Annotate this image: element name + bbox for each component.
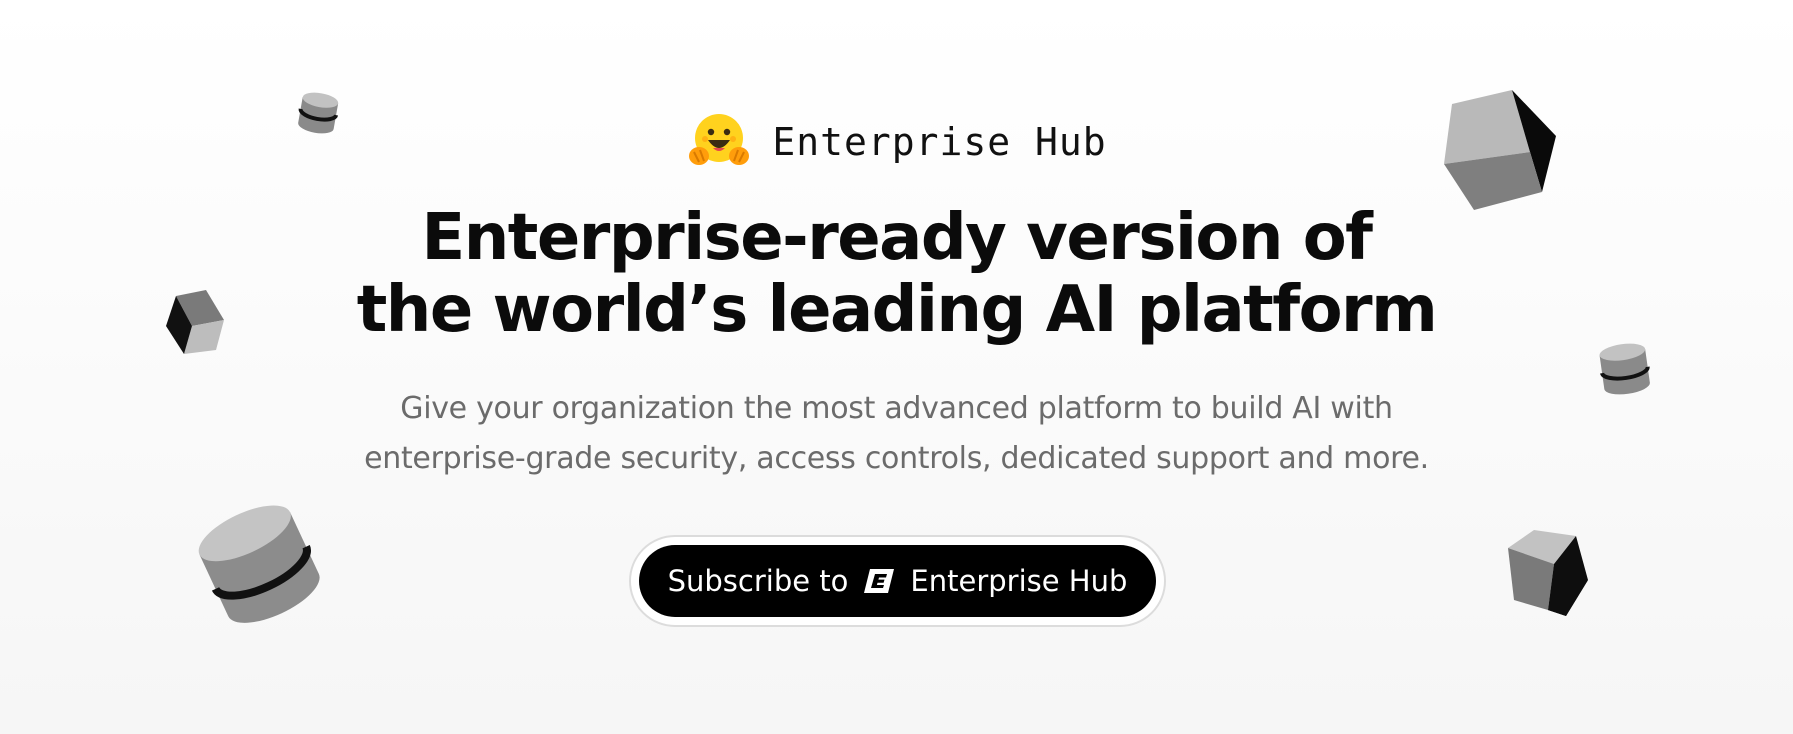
enterprise-hub-hero: Enterprise Hub Enterprise-ready version … — [0, 0, 1793, 734]
headline-line-1: Enterprise-ready version of — [421, 201, 1373, 275]
enterprise-e-icon — [864, 569, 895, 593]
subtitle-line-2: enterprise-grade security, access contro… — [364, 441, 1429, 476]
hugging-face-emoji-icon — [689, 114, 750, 165]
subtitle-line-1: Give your organization the most advanced… — [400, 391, 1393, 426]
subscribe-button[interactable]: Subscribe to Enterprise Hub — [639, 545, 1156, 617]
cylinder-icon — [198, 505, 320, 623]
subscribe-label-suffix: Enterprise Hub — [910, 564, 1128, 598]
brand-header: Enterprise Hub — [0, 112, 1793, 172]
subscribe-label-prefix: Subscribe to — [667, 564, 849, 598]
subscribe-button-outline: Subscribe to Enterprise Hub — [629, 535, 1166, 627]
page-title: Enterprise-ready version of the world’s … — [0, 202, 1793, 346]
brand-name: Enterprise Hub — [772, 120, 1107, 164]
headline-line-2: the world’s leading AI platform — [356, 273, 1438, 347]
subtitle: Give your organization the most advanced… — [0, 384, 1793, 484]
cube-icon — [1508, 530, 1588, 616]
